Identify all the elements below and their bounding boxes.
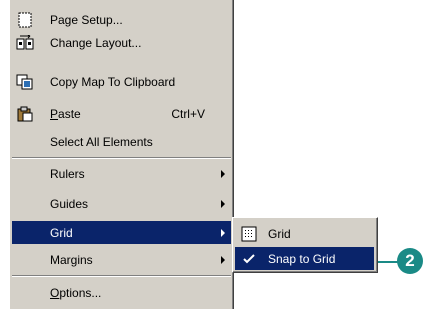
grid-submenu: Grid Snap to Grid — [232, 217, 378, 273]
submenu-arrow-icon — [221, 229, 225, 237]
submenu-item-label: Grid — [268, 226, 291, 241]
menu-item-change-layout[interactable]: Change Layout... — [12, 31, 231, 54]
menu-separator — [12, 157, 231, 159]
menu-item-label: Grid — [50, 225, 73, 240]
submenu-item-label: Snap to Grid — [268, 251, 336, 266]
menu-item-label: Page Setup... — [50, 12, 123, 27]
menu-item-select-all[interactable]: Select All Elements — [12, 130, 231, 153]
menu-item-label: Margins — [50, 252, 93, 267]
submenu-arrow-icon — [221, 256, 225, 264]
menu-item-mnemonic: P — [50, 106, 59, 121]
menu-separator — [12, 275, 231, 277]
menu-item-shortcut: Ctrl+V — [171, 106, 205, 121]
menu-item-label: ptions... — [59, 285, 102, 300]
step-callout-badge: 2 — [397, 248, 423, 274]
paste-icon — [15, 105, 35, 123]
menu-item-label: aste — [58, 106, 81, 121]
submenu-arrow-icon — [221, 170, 225, 178]
menu-item-label: Guides — [50, 196, 89, 211]
copy-map-icon — [15, 73, 35, 91]
menu-item-page-setup[interactable]: Page Setup... — [12, 8, 231, 31]
menu-item-grid[interactable]: Grid — [12, 221, 231, 244]
change-layout-icon — [15, 34, 35, 52]
menu-item-options[interactable]: Options... — [12, 281, 231, 304]
menu-item-guides[interactable]: Guides — [12, 192, 231, 215]
page-setup-icon — [15, 11, 35, 29]
submenu-item-snap-to-grid[interactable]: Snap to Grid — [235, 247, 374, 270]
submenu-item-grid[interactable]: Grid — [235, 222, 374, 245]
menu-item-margins[interactable]: Margins — [12, 248, 231, 271]
callout-line — [378, 261, 398, 263]
submenu-arrow-icon — [221, 200, 225, 208]
menu-item-label: Select All Elements — [50, 134, 153, 149]
checkmark-icon — [239, 250, 259, 268]
menu-item-label: Copy Map To Clipboard — [50, 74, 176, 89]
menu-item-paste[interactable]: Paste Ctrl+V — [12, 102, 231, 125]
grid-icon — [239, 225, 259, 243]
menu-item-rulers[interactable]: Rulers — [12, 162, 231, 185]
menu-item-label: Change Layout... — [50, 35, 142, 50]
menu-item-label: Rulers — [50, 166, 85, 181]
menu-item-mnemonic: O — [50, 285, 60, 300]
menu-item-copy-map[interactable]: Copy Map To Clipboard — [12, 70, 231, 93]
context-menu: Page Setup... Change Layout... Copy Map … — [10, 0, 234, 309]
